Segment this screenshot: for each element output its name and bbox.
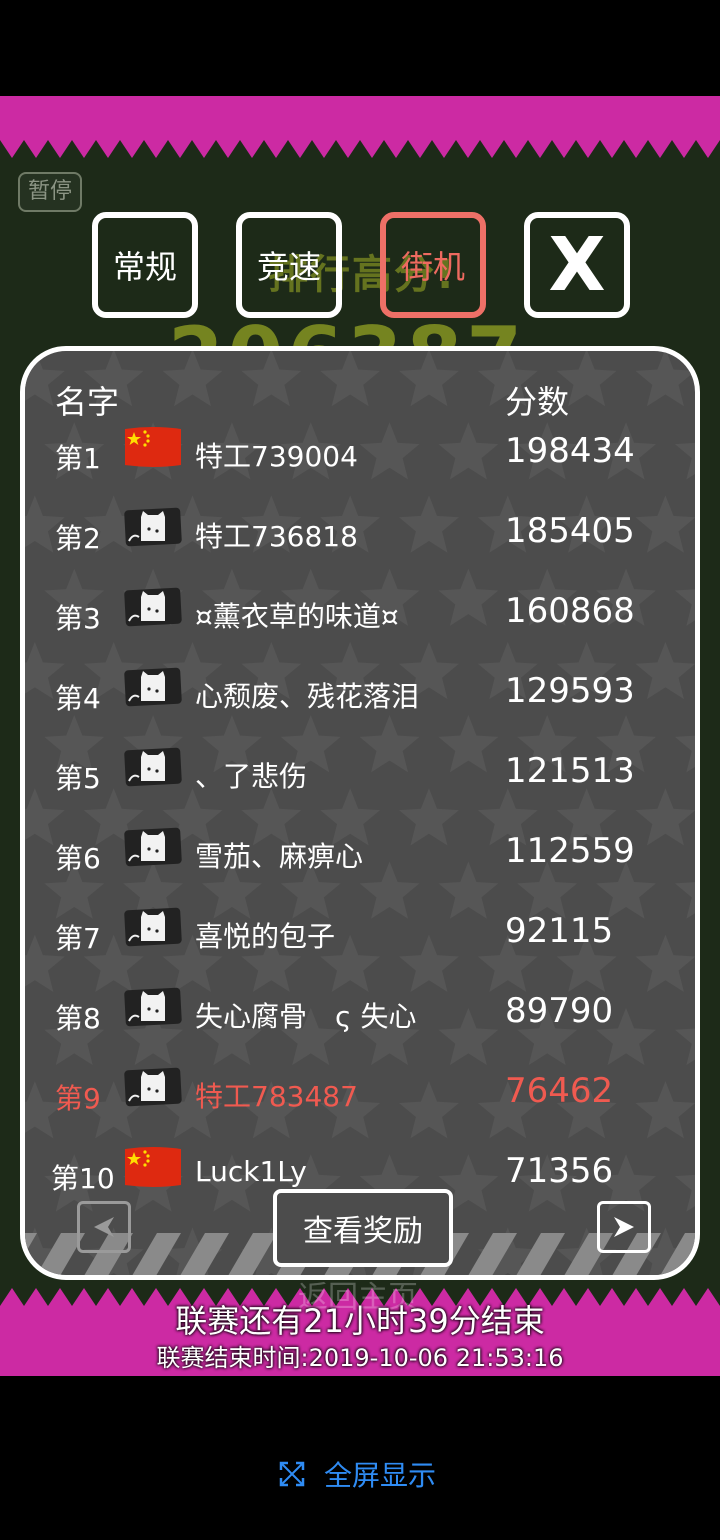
top-zigzag-border: [0, 96, 720, 158]
rank-label: 第6: [55, 842, 101, 875]
expand-icon: [279, 1461, 305, 1487]
rank-label: 第8: [55, 1002, 101, 1035]
cat-avatar-icon: [124, 507, 182, 547]
close-button[interactable]: X: [524, 212, 630, 318]
leaderboard-row: 第8 失心腐骨 ς 失心 89790: [25, 985, 695, 1045]
rank-label: 第4: [55, 682, 101, 715]
rank-label: 第10: [51, 1162, 115, 1195]
cat-avatar-icon: [124, 667, 182, 707]
league-remaining-text: 联赛还有21小时39分结束: [175, 1302, 545, 1340]
rank-label: 第7: [55, 922, 101, 955]
star-pattern-background: [25, 351, 695, 1275]
player-name: 喜悦的包子: [195, 920, 336, 953]
arrow-left-icon: [94, 1217, 114, 1237]
player-name: 特工736818: [195, 520, 358, 553]
cat-avatar-icon: [124, 587, 182, 627]
league-end-time-text: 联赛结束时间:2019-10-06 21:53:16: [156, 1344, 564, 1372]
leaderboard-row: 第2 特工736818 185405: [25, 505, 695, 565]
player-score: 121513: [505, 751, 635, 791]
leaderboard-row: 第4 心颓废、残花落泪 129593: [25, 665, 695, 725]
leaderboard-row: 第5 、了悲伤 121513: [25, 745, 695, 805]
leaderboard-row: 第6 雪茄、麻痹心 112559: [25, 825, 695, 885]
leaderboard-panel: 名字 分数 第1 特工739004 198434 第2 特工736818 185405 第3…: [20, 346, 700, 1280]
leaderboard-row: 第3 ¤薰衣草的味道¤ 160868: [25, 585, 695, 645]
rank-label: 第1: [55, 442, 101, 475]
arrow-right-icon: [614, 1217, 634, 1237]
player-score: 198434: [505, 431, 635, 471]
player-score: 160868: [505, 591, 635, 631]
tab-arcade[interactable]: 街机: [380, 212, 486, 318]
player-name: 失心腐骨 ς 失心: [195, 1000, 417, 1033]
player-name: 、了悲伤: [195, 760, 308, 793]
leaderboard-row: 第9 特工783487 76462: [25, 1065, 695, 1125]
pause-button[interactable]: 暂停: [18, 172, 82, 212]
cat-avatar-icon: [124, 987, 182, 1027]
leaderboard-row: 第1 特工739004 198434: [25, 425, 695, 485]
prev-page-button[interactable]: [77, 1201, 131, 1253]
player-score: 112559: [505, 831, 635, 871]
rank-label: 第5: [55, 762, 101, 795]
rank-label: 第9: [55, 1082, 101, 1115]
player-score: 71356: [505, 1151, 614, 1191]
fullscreen-label: 全屏显示: [324, 1459, 437, 1492]
cat-avatar-icon: [124, 827, 182, 867]
player-name: 心颓废、残花落泪: [195, 680, 420, 713]
player-score: 129593: [505, 671, 635, 711]
china-flag-icon: [125, 427, 181, 467]
player-score: 185405: [505, 511, 635, 551]
china-flag-icon: [125, 1147, 181, 1187]
player-name: Luck1Ly: [195, 1155, 307, 1188]
cat-avatar-icon: [124, 747, 182, 787]
leaderboard-row: 第7 喜悦的包子 92115: [25, 905, 695, 965]
rank-label: 第3: [55, 602, 101, 635]
player-name: ¤薰衣草的味道¤: [195, 600, 399, 633]
fullscreen-button[interactable]: 全屏显示: [278, 1454, 436, 1494]
player-name: 特工739004: [195, 440, 358, 473]
view-rewards-button[interactable]: 查看奖励: [273, 1189, 453, 1267]
tab-speed[interactable]: 竞速: [236, 212, 342, 318]
cat-avatar-icon: [124, 907, 182, 947]
rank-label: 第2: [55, 522, 101, 555]
cat-avatar-icon: [124, 1067, 182, 1107]
player-name: 特工783487: [195, 1080, 358, 1113]
player-name: 雪茄、麻痹心: [195, 840, 364, 873]
player-score: 76462: [505, 1071, 614, 1111]
game-screen: 暂停 排行高分! 206387 常规 竞速 街机 X 名字 分数 第1特工739…: [0, 96, 720, 1376]
tab-normal[interactable]: 常规: [92, 212, 198, 318]
column-header-name: 名字: [55, 383, 120, 421]
player-score: 92115: [505, 911, 614, 951]
player-score: 89790: [505, 991, 614, 1031]
next-page-button[interactable]: [597, 1201, 651, 1253]
column-header-score: 分数: [505, 383, 570, 421]
